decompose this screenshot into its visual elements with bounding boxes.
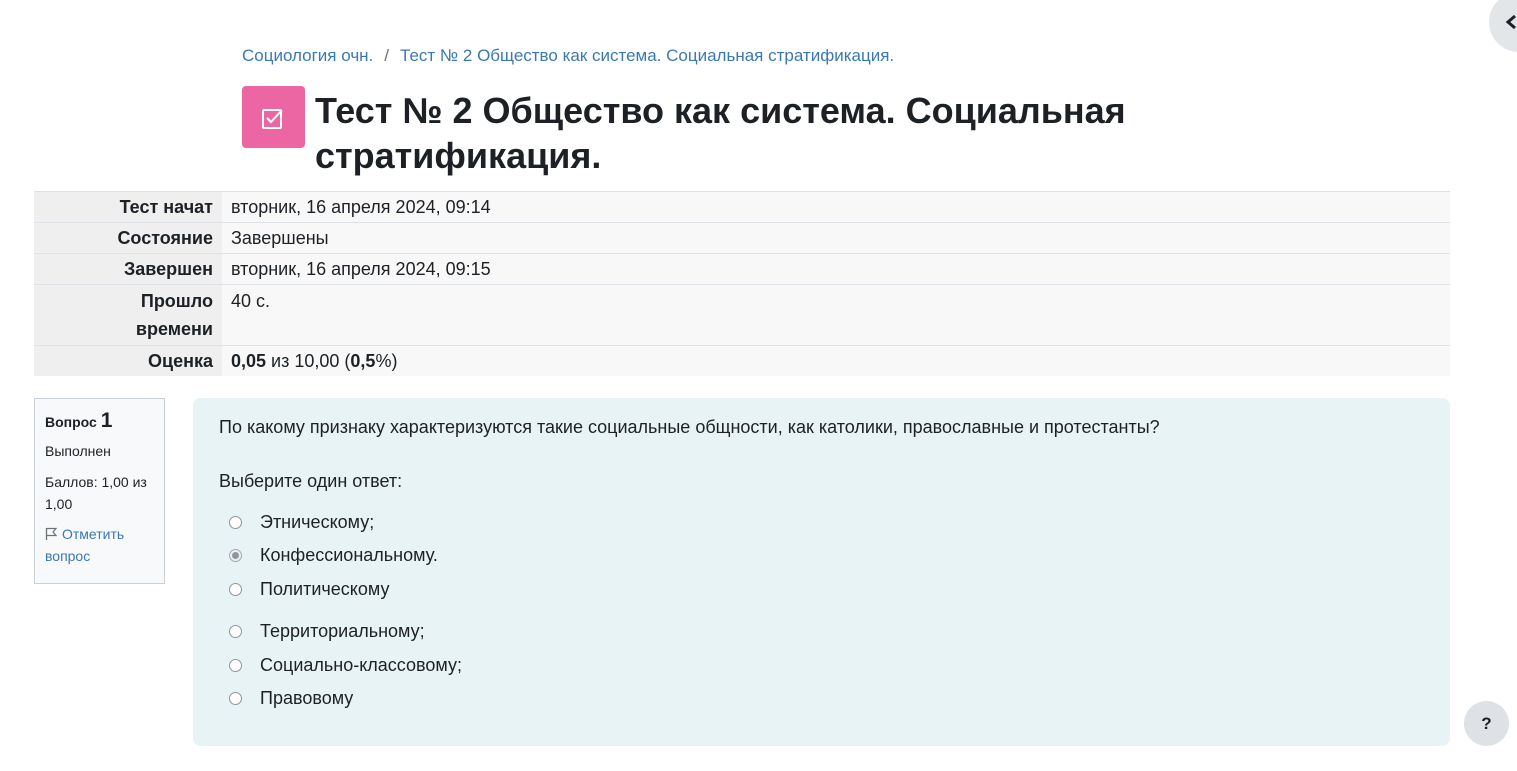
question-number-label: Вопрос	[45, 414, 97, 430]
summary-row-started: Тест начат вторник, 16 апреля 2024, 09:1…	[34, 191, 1450, 223]
completed-value: вторник, 16 апреля 2024, 09:15	[222, 253, 1450, 285]
question-number: Вопрос 1	[45, 409, 154, 433]
answer-option[interactable]: Территориальному;	[229, 621, 425, 642]
state-label: Состояние	[34, 222, 222, 254]
flag-question-link[interactable]: Отметить вопрос	[45, 523, 154, 567]
help-button[interactable]: ?	[1464, 701, 1509, 746]
summary-row-completed: Завершен вторник, 16 апреля 2024, 09:15	[34, 253, 1450, 285]
question-content: По какому признаку характеризуются такие…	[193, 398, 1450, 746]
drawer-toggle-button[interactable]	[1489, 0, 1517, 52]
time-label-line1: Прошло	[140, 291, 213, 311]
summary-row-time: Прошло времени 40 с.	[34, 284, 1450, 346]
answer-label: Правовому	[260, 688, 354, 708]
answer-label: Социально-классовому;	[260, 655, 462, 675]
answer-radio[interactable]	[229, 516, 242, 529]
breadcrumb: Социология очн. / Тест № 2 Общество как …	[242, 46, 894, 66]
time-value: 40 с.	[222, 284, 1450, 346]
answer-option[interactable]: Правовому	[229, 688, 353, 709]
time-label: Прошло времени	[34, 284, 222, 346]
answer-option[interactable]: Этническому;	[229, 512, 374, 533]
state-value: Завершены	[222, 222, 1450, 254]
quiz-checkbox-icon	[242, 86, 305, 148]
attempt-summary-table: Тест начат вторник, 16 апреля 2024, 09:1…	[34, 191, 1450, 376]
answer-option[interactable]: Социально-классовому;	[229, 655, 462, 676]
answer-label: Этническому;	[260, 512, 375, 532]
answer-label: Политическому	[260, 579, 390, 599]
question-marks: Баллов: 1,00 из 1,00	[45, 474, 147, 512]
grade-score: 0,05	[231, 351, 267, 371]
flag-icon	[45, 527, 58, 540]
grade-percent: 0,5	[350, 351, 376, 371]
answer-prompt: Выберите один ответ:	[219, 471, 403, 491]
answer-radio[interactable]	[229, 625, 242, 638]
question-state: Выполнен	[45, 443, 111, 459]
grade-value: 0,05 из 10,00 (0,5%)	[222, 345, 1450, 376]
answer-label: Конфессиональному.	[260, 545, 438, 565]
question-number-value: 1	[100, 409, 113, 432]
answer-radio-selected[interactable]	[229, 549, 242, 562]
question-info-panel: Вопрос 1 Выполнен Баллов: 1,00 из 1,00 О…	[34, 398, 165, 584]
chevron-left-icon	[1505, 14, 1516, 30]
summary-row-state: Состояние Завершены	[34, 222, 1450, 254]
summary-row-grade: Оценка 0,05 из 10,00 (0,5%)	[34, 345, 1450, 376]
started-value: вторник, 16 апреля 2024, 09:14	[222, 191, 1450, 223]
answer-radio[interactable]	[229, 583, 242, 596]
page: Социология очн. / Тест № 2 Общество как …	[0, 0, 1517, 771]
question-text: По какому признаку характеризуются такие…	[219, 417, 1160, 437]
grade-mid: из 10,00 (	[266, 351, 351, 371]
page-title: Тест № 2 Общество как система. Социальна…	[315, 90, 1126, 176]
grade-label: Оценка	[34, 345, 222, 376]
answer-option[interactable]: Конфессиональному.	[229, 545, 438, 566]
breadcrumb-activity-link[interactable]: Тест № 2 Общество как система. Социальна…	[400, 46, 894, 66]
answer-option[interactable]: Политическому	[229, 579, 389, 600]
breadcrumb-course-link[interactable]: Социология очн.	[242, 46, 373, 66]
breadcrumb-separator: /	[384, 46, 390, 65]
started-label: Тест начат	[34, 191, 222, 223]
answer-radio[interactable]	[229, 659, 242, 672]
page-header: Тест № 2 Общество как система. Социальна…	[242, 86, 1215, 178]
answer-label: Территориальному;	[260, 621, 425, 641]
answer-radio[interactable]	[229, 692, 242, 705]
time-label-line2: времени	[135, 319, 213, 339]
completed-label: Завершен	[34, 253, 222, 285]
grade-end: %)	[375, 351, 398, 371]
